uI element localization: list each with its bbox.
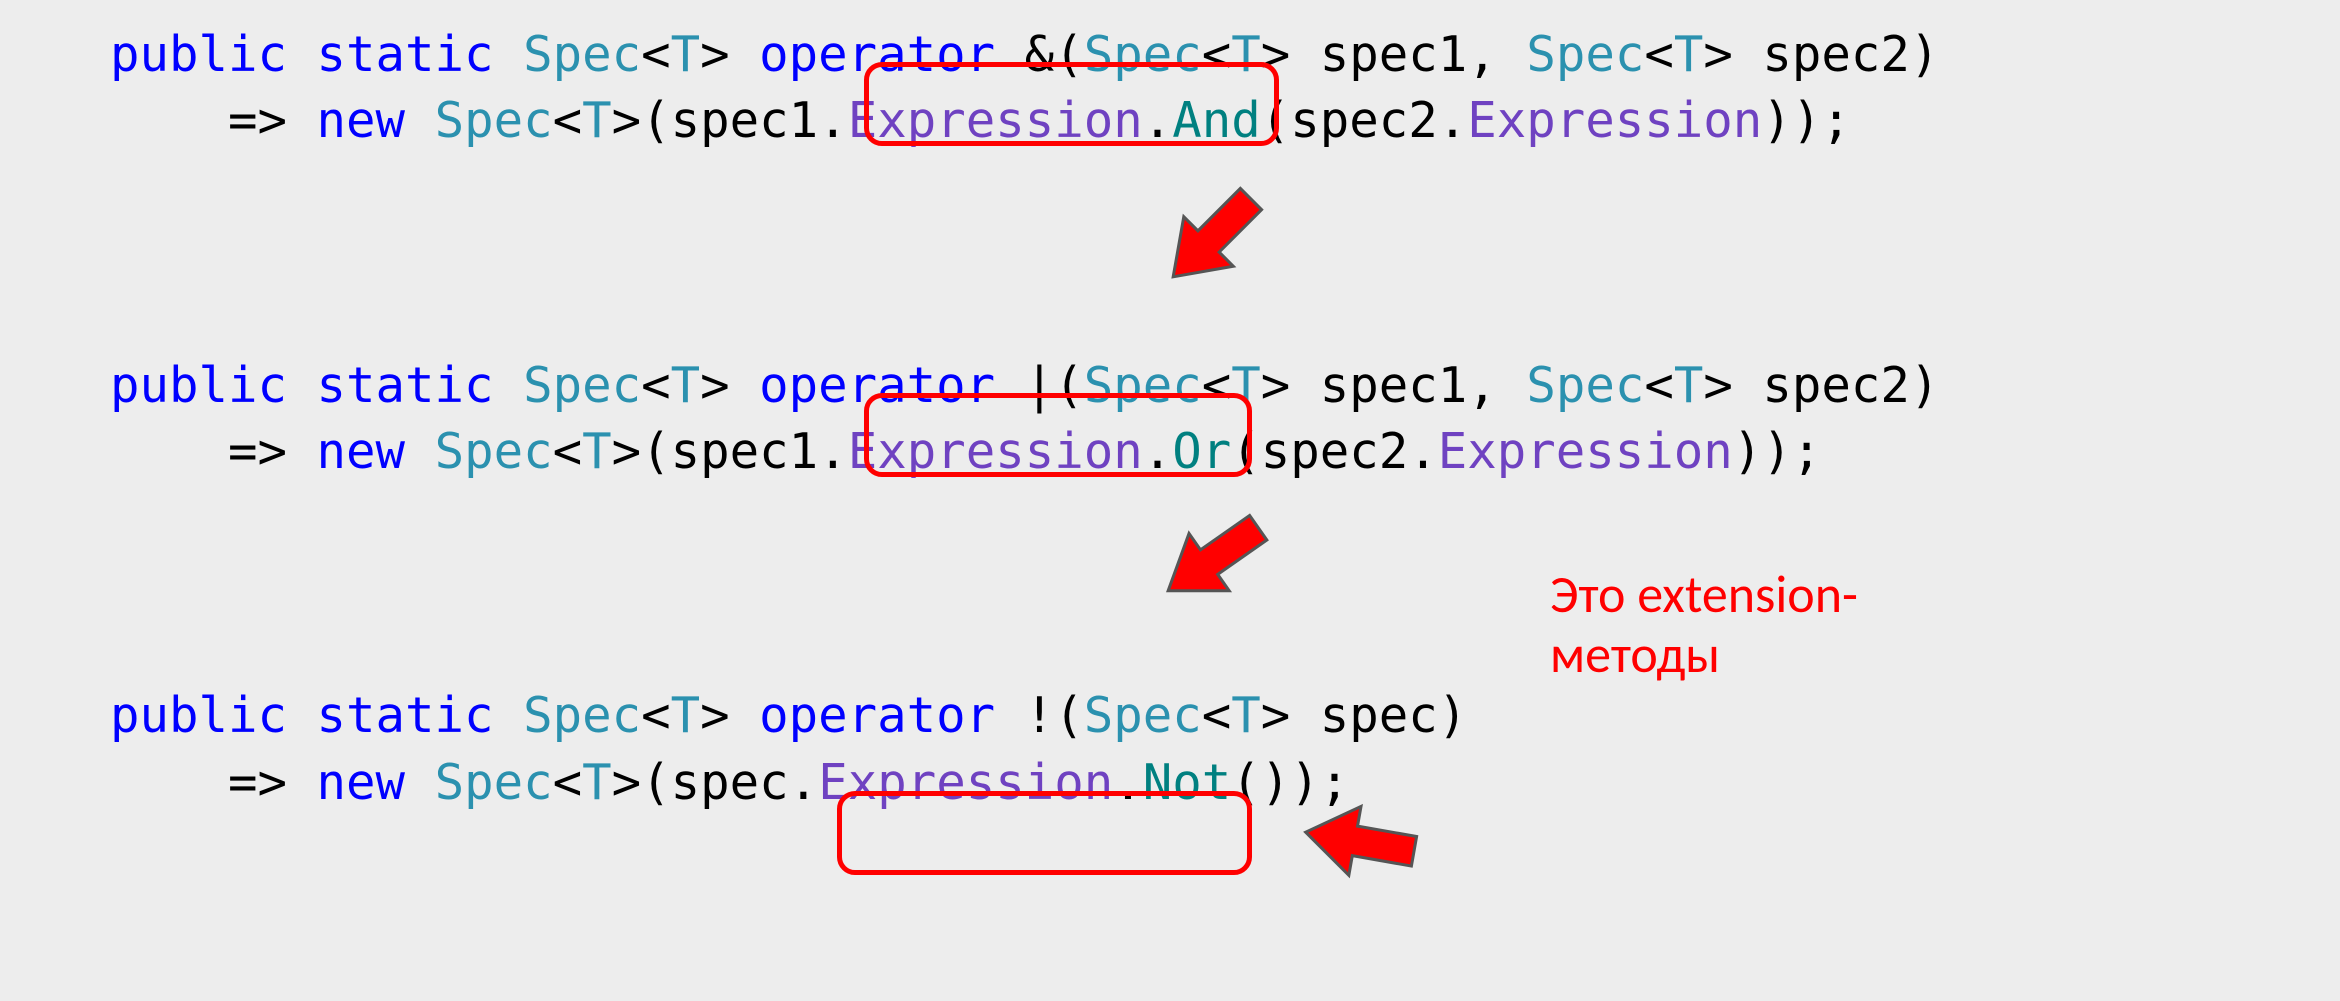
code-line-1: public static Spec<T> operator &(Spec<T>… — [110, 22, 1939, 816]
annotation-text: Это extension- методы — [1550, 565, 1858, 685]
code-block: public static Spec<T> operator &(Spec<T>… — [110, 22, 1939, 816]
